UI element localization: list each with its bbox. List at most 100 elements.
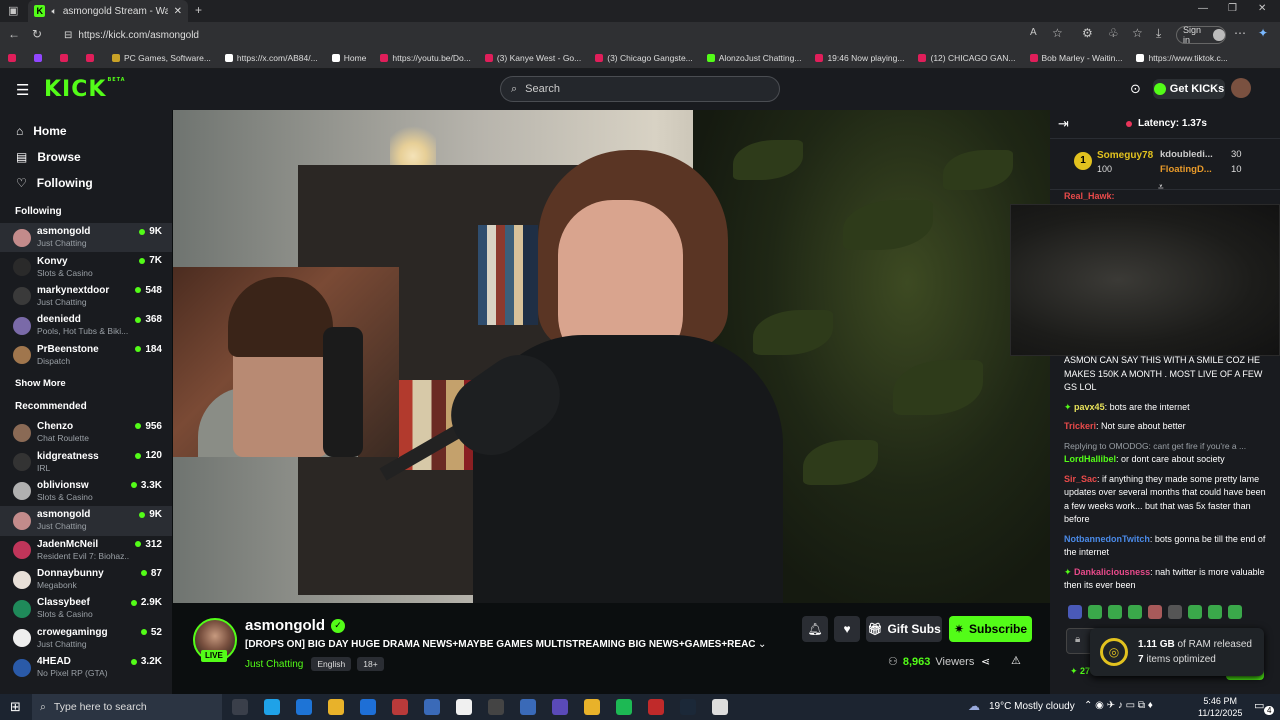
- clock[interactable]: 5:46 PM 11/12/2025: [1198, 695, 1242, 719]
- favorite-item[interactable]: (3) Chicago Gangste...: [595, 53, 693, 63]
- channel-item[interactable]: asmongold Just Chatting 9K: [0, 223, 172, 253]
- favorite-item[interactable]: PC Games, Software...: [112, 53, 211, 63]
- subscribe-button[interactable]: ✷ Subscribe: [949, 616, 1032, 642]
- leader-1-name[interactable]: Someguy78: [1097, 150, 1153, 161]
- show-more-button[interactable]: Show More: [0, 370, 172, 397]
- expand-title-icon[interactable]: ⌄: [758, 639, 766, 650]
- chat-username[interactable]: Trickeri: [1064, 421, 1096, 431]
- favorite-item[interactable]: 19:46 Now playing...: [815, 53, 904, 63]
- channel-item[interactable]: PrBeenstone Dispatch 184: [0, 341, 172, 370]
- leader-2-name[interactable]: kdoubledi...: [1160, 149, 1213, 160]
- sign-in-button[interactable]: Sign in: [1176, 25, 1226, 45]
- site-info-icon[interactable]: ⊟: [64, 30, 72, 41]
- notifications-icon[interactable]: ▭: [1254, 699, 1264, 712]
- follow-button[interactable]: ♥: [834, 616, 860, 642]
- channel-item[interactable]: asmongold Just Chatting 9K: [0, 506, 172, 536]
- favorite-star-icon[interactable]: ☆: [1052, 26, 1063, 40]
- emote-icon[interactable]: [1228, 605, 1242, 619]
- favorite-item[interactable]: Home: [331, 53, 366, 63]
- back-icon[interactable]: ←: [8, 27, 20, 41]
- favorite-item[interactable]: https://youtu.be/Do...: [380, 53, 471, 63]
- channel-name[interactable]: asmongold: [245, 617, 325, 634]
- favorite-item[interactable]: [8, 54, 20, 62]
- tag-18plus[interactable]: 18+: [357, 657, 384, 671]
- settings-more-icon[interactable]: ⋯: [1234, 26, 1246, 40]
- emote-icon[interactable]: [1108, 605, 1122, 619]
- search-alt-icon[interactable]: ⊙: [1130, 81, 1141, 97]
- collapse-chat-icon[interactable]: ⇥: [1058, 116, 1069, 132]
- chat-username[interactable]: NotbannedonTwitch: [1064, 534, 1150, 544]
- category-link[interactable]: Just Chatting: [245, 659, 303, 670]
- leader-3-name[interactable]: FloatingD...: [1160, 164, 1212, 175]
- channel-item[interactable]: Classybeef Slots & Casino 2.9K: [0, 594, 172, 623]
- emote-icon[interactable]: [1088, 605, 1102, 619]
- tab-actions-icon[interactable]: ▣: [8, 4, 18, 17]
- taskbar-app-icon[interactable]: [680, 699, 696, 715]
- channel-item[interactable]: oblivionsw Slots & Casino 3.3K: [0, 477, 172, 506]
- taskbar-app-icon[interactable]: [264, 699, 280, 715]
- gift-subs-button[interactable]: 🎁︎ Gift Subs: [866, 616, 942, 642]
- favorite-item[interactable]: https://www.tiktok.c...: [1136, 53, 1228, 63]
- chat-username[interactable]: LordHallibel: [1064, 454, 1116, 464]
- tag-english[interactable]: English: [311, 657, 352, 671]
- channel-item[interactable]: JadenMcNeil Resident Evil 7: Biohaz... 312: [0, 536, 172, 565]
- windows-start-icon[interactable]: ⊞: [10, 699, 21, 715]
- emote-icon[interactable]: [1208, 605, 1222, 619]
- channel-item[interactable]: Donnaybunny Megabonk 87: [0, 565, 172, 594]
- taskbar-app-icon[interactable]: [328, 699, 344, 715]
- nav-item-browse[interactable]: ▤ Browse: [0, 144, 172, 170]
- emote-icon[interactable]: [1128, 605, 1142, 619]
- taskbar-app-icon[interactable]: [296, 699, 312, 715]
- expand-leaderboard-icon[interactable]: ⩡: [1158, 182, 1164, 193]
- taskbar-app-icon[interactable]: [456, 699, 472, 715]
- favorite-item[interactable]: AlonzoJust Chatting...: [706, 53, 801, 63]
- downloads-icon[interactable]: ⤓: [1156, 26, 1161, 41]
- emote-icon[interactable]: [1168, 605, 1182, 619]
- favorite-item[interactable]: (12) CHICAGO GAN...: [918, 53, 1016, 63]
- taskbar-app-icon[interactable]: [648, 699, 664, 715]
- read-aloud-icon[interactable]: A: [1030, 27, 1037, 38]
- maximize-icon[interactable]: ❐: [1228, 3, 1237, 14]
- taskbar-app-icon[interactable]: [360, 699, 376, 715]
- taskbar-app-icon[interactable]: [520, 699, 536, 715]
- channel-item[interactable]: markynextdoor Just Chatting 548: [0, 282, 172, 311]
- kick-logo[interactable]: KICKBETA: [44, 77, 126, 102]
- taskbar-app-icon[interactable]: [424, 699, 440, 715]
- taskbar-app-icon[interactable]: [232, 699, 248, 715]
- taskbar-app-icon[interactable]: [584, 699, 600, 715]
- favorite-item[interactable]: [60, 54, 72, 62]
- channel-item[interactable]: Chenzo Chat Roulette 956: [0, 418, 172, 447]
- channel-item[interactable]: 4HEAD No Pixel RP (GTA) 3.2K: [0, 653, 172, 682]
- extensions-icon[interactable]: ⚙: [1082, 26, 1093, 40]
- collections-icon[interactable]: ☆: [1132, 26, 1143, 40]
- refresh-icon[interactable]: ↻: [32, 27, 42, 41]
- floating-mini-player[interactable]: [1010, 204, 1280, 356]
- browser-essentials-icon[interactable]: ♧: [1108, 26, 1119, 40]
- chat-username[interactable]: Dankaliciousness: [1074, 567, 1150, 577]
- emote-icon[interactable]: [1188, 605, 1202, 619]
- video-player[interactable]: [173, 110, 1050, 603]
- emote-icon[interactable]: [1068, 605, 1082, 619]
- search-input[interactable]: ⌕ Search: [500, 76, 780, 102]
- emote-icon[interactable]: [1148, 605, 1162, 619]
- taskbar-app-icon[interactable]: [488, 699, 504, 715]
- menu-icon[interactable]: ☰: [16, 81, 29, 99]
- browser-tab[interactable]: K 🔈︎ asmongold Stream - Watch ... ✕: [28, 0, 188, 22]
- favorite-item[interactable]: [86, 54, 98, 62]
- taskbar-app-icon[interactable]: [616, 699, 632, 715]
- favorite-item[interactable]: [34, 54, 46, 62]
- favorite-item[interactable]: Bob Marley - Waitin...: [1029, 53, 1122, 63]
- report-icon[interactable]: ⚠: [1011, 654, 1021, 667]
- url-field[interactable]: ⊟ https://kick.com/asmongold: [56, 25, 1056, 45]
- speaker-icon[interactable]: 🔈︎: [51, 6, 56, 17]
- chat-username[interactable]: pavx45: [1074, 402, 1105, 412]
- ram-optimizer-toast[interactable]: ◎ 1.11 GB of RAM released 7 items optimi…: [1090, 628, 1264, 676]
- taskbar-app-icon[interactable]: [392, 699, 408, 715]
- chat-username[interactable]: Sir_Sac: [1064, 474, 1097, 484]
- nav-item-home[interactable]: ⌂ Home: [0, 118, 172, 144]
- minimize-icon[interactable]: —: [1198, 3, 1208, 14]
- favorite-item[interactable]: (3) Kanye West - Go...: [484, 53, 581, 63]
- channel-item[interactable]: Konvy Slots & Casino 7K: [0, 252, 172, 281]
- copilot-icon[interactable]: ✦: [1258, 26, 1268, 40]
- taskbar-search[interactable]: ⌕ Type here to search: [32, 694, 222, 720]
